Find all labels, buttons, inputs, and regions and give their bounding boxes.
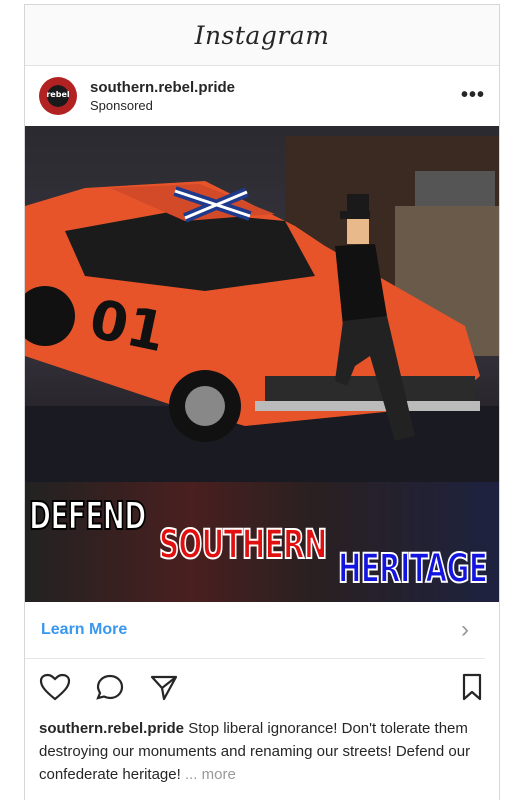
caption-username[interactable]: southern.rebel.pride [39, 720, 184, 737]
amplifier [415, 171, 495, 211]
bookmark-icon[interactable] [461, 673, 483, 706]
caption-more-link[interactable]: ... more [181, 766, 236, 783]
avatar-text: rebel [46, 90, 70, 99]
person-face [347, 219, 369, 244]
learn-more-link[interactable]: Learn More [41, 621, 127, 639]
share-icon[interactable] [149, 673, 179, 706]
banner-word-defend: DEFEND [28, 493, 147, 539]
sponsored-label: Sponsored [90, 98, 153, 113]
banner-word-southern: SOUTHERN [158, 521, 328, 569]
heart-icon[interactable] [39, 673, 71, 706]
car-bumper [255, 401, 480, 411]
username[interactable]: southern.rebel.pride [90, 79, 235, 96]
account-info: southern.rebel.pride Sponsored [90, 79, 235, 113]
front-hubcap [185, 386, 225, 426]
learn-more-row[interactable]: Learn More › [25, 602, 485, 659]
chevron-right-icon[interactable]: › [461, 616, 469, 644]
post-image[interactable]: 01 DEFEND SOUTHERN HERITAGE [25, 126, 499, 602]
post-header: rebel southern.rebel.pride Sponsored ••• [25, 66, 499, 126]
instagram-frame: Instagram rebel southern.rebel.pride Spo… [24, 4, 500, 800]
post-caption: southern.rebel.pride Stop liberal ignora… [25, 717, 499, 786]
action-bar [25, 659, 499, 717]
person-hat [347, 194, 369, 214]
avatar[interactable]: rebel [39, 77, 77, 115]
top-bar: Instagram [25, 5, 499, 66]
banner-word-heritage: HERITAGE [337, 545, 488, 593]
comment-icon[interactable] [95, 673, 125, 706]
more-options-button[interactable]: ••• [461, 84, 485, 107]
app-logo[interactable]: Instagram [195, 21, 330, 50]
